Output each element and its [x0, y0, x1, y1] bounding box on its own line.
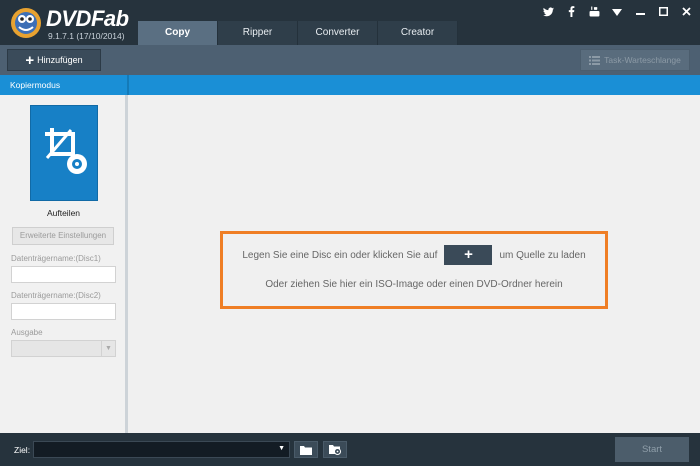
- youtube-icon[interactable]: [588, 6, 600, 20]
- facebook-icon[interactable]: [565, 6, 577, 20]
- task-queue-button[interactable]: Task-Warteschlange: [580, 49, 690, 71]
- load-source-button[interactable]: +: [444, 245, 493, 265]
- window-controls: [542, 6, 692, 20]
- disc1-name-label: Datenträgername:(Disc1): [11, 254, 101, 263]
- app-logo-text: DVDFab: [46, 6, 129, 31]
- title-bar: DVDFab 9.1.7.1 (17/10/2014) Copy Ripper …: [0, 0, 700, 45]
- main-drop-area[interactable]: Legen Sie eine Disc ein oder klicken Sie…: [128, 95, 700, 433]
- minimize-icon[interactable]: [634, 7, 646, 19]
- drop-hint-text-before: Legen Sie eine Disc ein oder klicken Sie…: [242, 249, 438, 261]
- sidebar: Aufteilen Erweiterte Einstellungen Daten…: [0, 95, 127, 433]
- disc1-name-field[interactable]: [11, 266, 116, 283]
- iso-disc-icon: [329, 445, 341, 455]
- output-label: Ausgabe: [11, 328, 43, 337]
- mode-bar-title: Kopiermodus: [10, 80, 61, 90]
- maximize-icon[interactable]: [657, 7, 669, 19]
- dvdfab-logo-icon: [11, 8, 41, 38]
- plus-icon: +: [25, 51, 35, 69]
- tab-creator[interactable]: Creator: [378, 21, 458, 45]
- mode-bar-divider: [127, 75, 129, 95]
- save-as-iso-button[interactable]: [323, 441, 347, 458]
- chevron-down-icon: ▼: [101, 341, 115, 356]
- tab-copy[interactable]: Copy: [138, 21, 218, 45]
- add-source-label: Hinzufügen: [37, 55, 83, 65]
- add-source-button[interactable]: + Hinzufügen: [7, 49, 101, 71]
- close-icon[interactable]: [680, 7, 692, 19]
- mode-label: Aufteilen: [46, 208, 81, 218]
- main-tabs: Copy Ripper Converter Creator: [138, 21, 458, 45]
- dropdown-icon[interactable]: [611, 8, 623, 19]
- drop-hint-line1: Legen Sie eine Disc ein oder klicken Sie…: [223, 245, 605, 265]
- disc2-name-field[interactable]: [11, 303, 116, 320]
- tab-converter[interactable]: Converter: [298, 21, 378, 45]
- list-icon: [589, 55, 601, 65]
- chevron-down-icon[interactable]: ▼: [278, 445, 285, 452]
- drop-hint-line2: Oder ziehen Sie hier ein ISO-Image oder …: [265, 279, 563, 290]
- target-path-field[interactable]: ▼: [33, 441, 290, 458]
- split-mode-tile[interactable]: [30, 105, 98, 201]
- browse-folder-button[interactable]: [294, 441, 318, 458]
- target-label: Ziel:: [14, 445, 31, 455]
- toolbar: + Hinzufügen Task-Warteschlange: [0, 45, 700, 75]
- disc2-name-label: Datenträgername:(Disc2): [11, 291, 101, 300]
- advanced-settings-button[interactable]: Erweiterte Einstellungen: [12, 227, 114, 245]
- folder-icon: [300, 445, 312, 455]
- twitter-icon[interactable]: [542, 6, 554, 20]
- mode-bar: Kopiermodus: [0, 75, 700, 95]
- output-select[interactable]: ▼: [11, 340, 116, 357]
- bottom-bar: Ziel: ▼ Start: [0, 433, 700, 466]
- task-queue-label: Task-Warteschlange: [604, 55, 681, 65]
- drop-hint-text-after: um Quelle zu laden: [499, 249, 586, 261]
- start-button[interactable]: Start: [615, 437, 689, 462]
- tab-ripper[interactable]: Ripper: [218, 21, 298, 45]
- app-version: 9.1.7.1 (17/10/2014): [48, 31, 125, 41]
- drop-hint-box: Legen Sie eine Disc ein oder klicken Sie…: [220, 231, 608, 309]
- split-disc-icon: [45, 128, 87, 174]
